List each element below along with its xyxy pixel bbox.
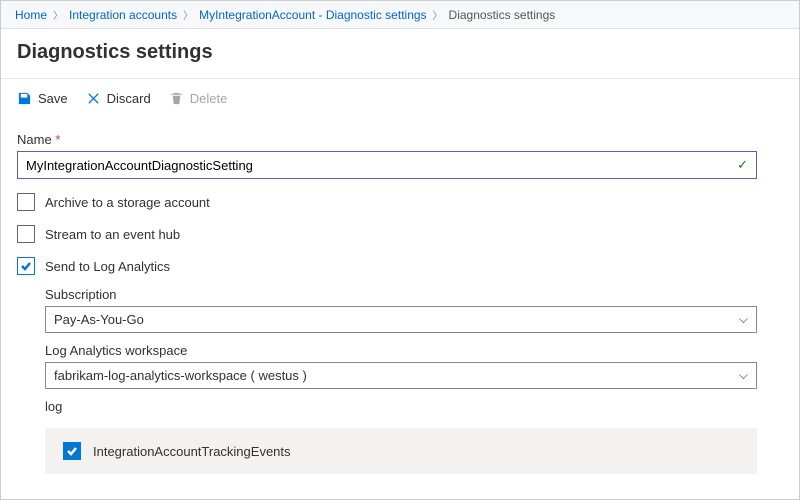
check-icon: ✓ [737,157,748,173]
name-input-wrap[interactable]: ✓ [17,151,757,179]
log-analytics-checkbox-row[interactable]: Send to Log Analytics [17,257,783,275]
page-title: Diagnostics settings [1,29,799,79]
log-analytics-label: Send to Log Analytics [45,259,170,274]
archive-label: Archive to a storage account [45,195,210,210]
chevron-right-icon: 〉 [433,7,443,22]
stream-checkbox-row[interactable]: Stream to an event hub [17,225,783,243]
log-category-label: IntegrationAccountTrackingEvents [93,444,291,459]
breadcrumb-home[interactable]: Home [15,8,47,22]
toolbar: Save Discard Delete [1,79,799,118]
stream-label: Stream to an event hub [45,227,180,242]
chevron-right-icon: 〉 [183,7,193,22]
chevron-down-icon: ⌵ [739,368,748,383]
workspace-select[interactable]: fabrikam-log-analytics-workspace ( westu… [45,362,757,389]
trash-icon [169,91,184,106]
name-label: Name * [17,132,783,147]
chevron-down-icon: ⌵ [739,312,748,327]
log-category-checkbox[interactable] [63,442,81,460]
save-button-label: Save [38,91,68,106]
close-icon [86,91,101,106]
breadcrumb-integration-accounts[interactable]: Integration accounts [69,8,177,22]
subscription-select[interactable]: Pay-As-You-Go ⌵ [45,306,757,333]
delete-button-label: Delete [190,91,228,106]
checkmark-icon [66,445,78,457]
log-analytics-checkbox[interactable] [17,257,35,275]
breadcrumb: Home 〉 Integration accounts 〉 MyIntegrat… [1,1,799,29]
required-indicator: * [55,132,60,147]
discard-button[interactable]: Discard [86,91,151,106]
log-category-panel: IntegrationAccountTrackingEvents [45,428,757,474]
workspace-label: Log Analytics workspace [45,343,783,358]
archive-checkbox-row[interactable]: Archive to a storage account [17,193,783,211]
subscription-label: Subscription [45,287,783,302]
save-button[interactable]: Save [17,91,68,106]
name-input[interactable] [26,158,737,173]
stream-checkbox[interactable] [17,225,35,243]
workspace-value: fabrikam-log-analytics-workspace ( westu… [54,368,307,383]
form: Name * ✓ Archive to a storage account St… [1,118,799,490]
checkmark-icon [20,260,32,272]
save-icon [17,91,32,106]
log-section-label: log [45,399,783,414]
subscription-value: Pay-As-You-Go [54,312,144,327]
breadcrumb-current: Diagnostics settings [449,8,556,22]
log-analytics-subsection: Subscription Pay-As-You-Go ⌵ Log Analyti… [45,287,783,474]
archive-checkbox[interactable] [17,193,35,211]
chevron-right-icon: 〉 [53,7,63,22]
delete-button: Delete [169,91,228,106]
discard-button-label: Discard [107,91,151,106]
breadcrumb-account-diag[interactable]: MyIntegrationAccount - Diagnostic settin… [199,8,426,22]
